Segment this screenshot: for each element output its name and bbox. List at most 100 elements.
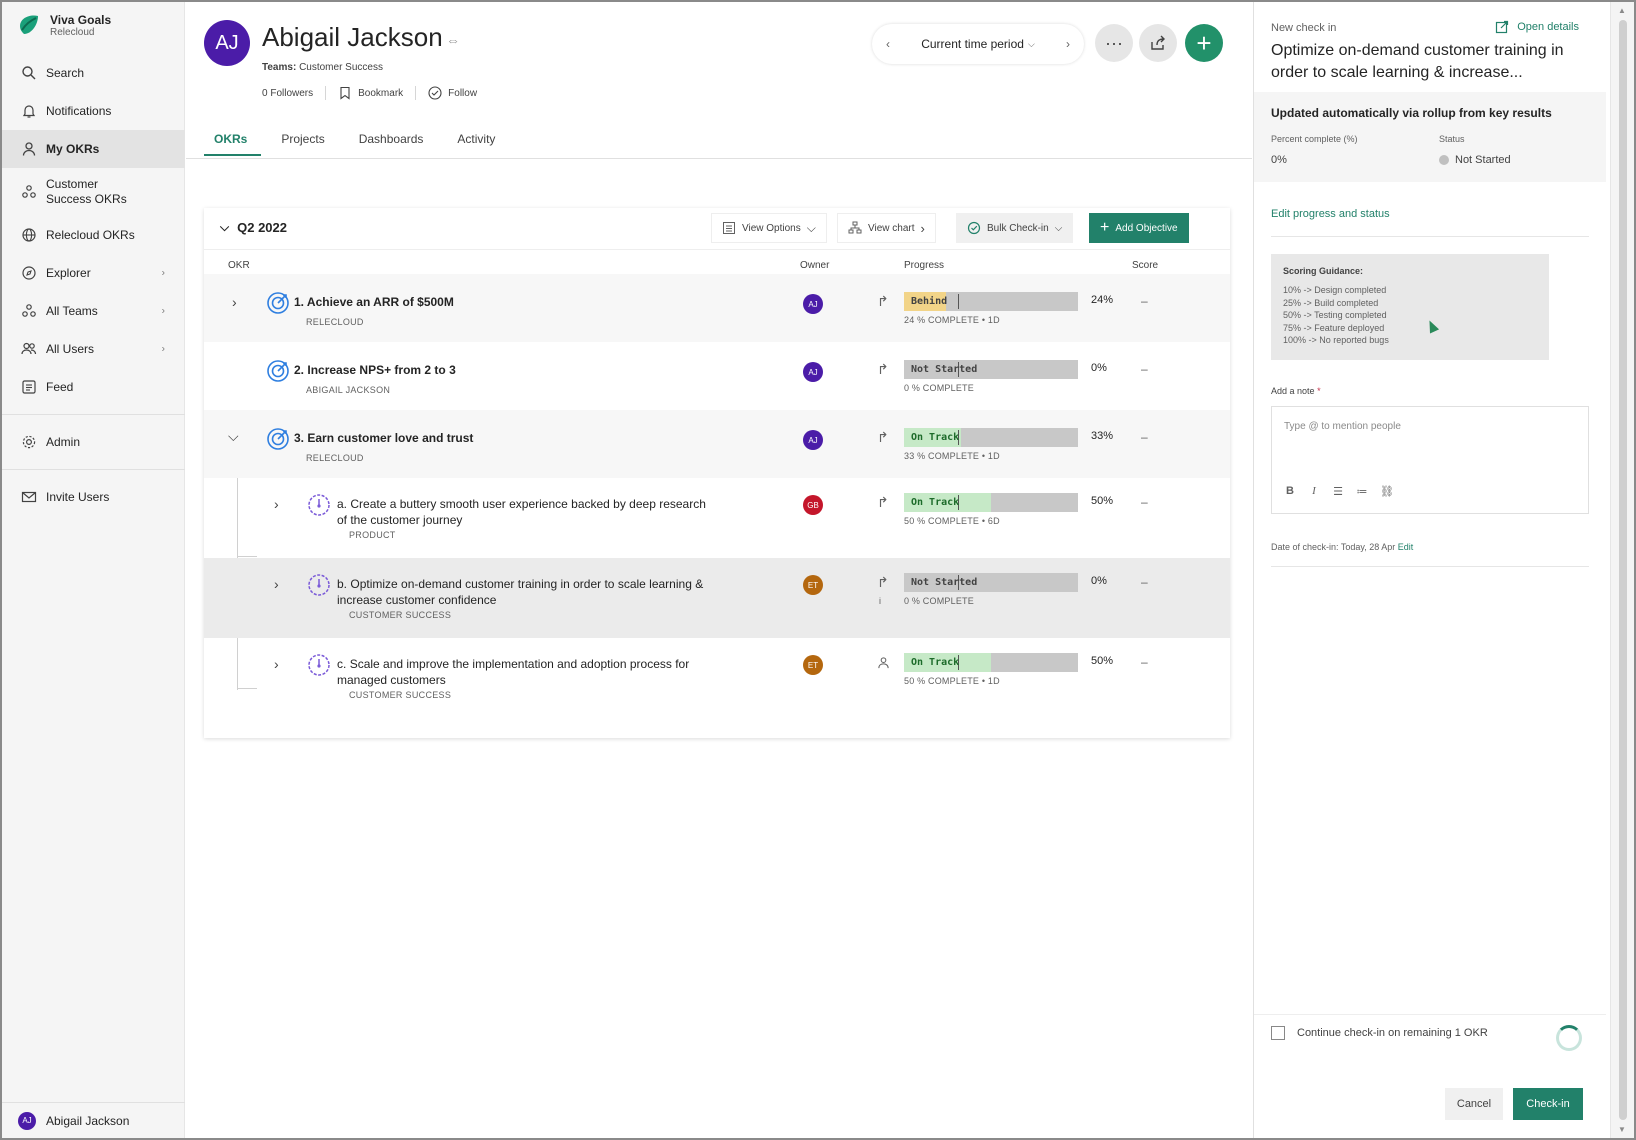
sidebar-item-my-okrs[interactable]: My OKRs (2, 130, 185, 168)
score-value[interactable]: – (1141, 655, 1148, 669)
progress-bar[interactable]: On Track (904, 653, 1078, 672)
continue-checkin[interactable]: Continue check-in on remaining 1 OKR (1271, 1026, 1488, 1040)
scroll-down-icon[interactable]: ▼ (1618, 1125, 1626, 1134)
italic-icon[interactable]: I (1308, 485, 1320, 498)
sidebar-item-relecloud-okrs[interactable]: Relecloud OKRs (2, 216, 185, 254)
owner-avatar[interactable]: GB (803, 495, 823, 515)
numbered-list-icon[interactable]: ≔ (1356, 485, 1368, 498)
followers-count[interactable]: 0 Followers (262, 88, 313, 99)
chevron-left-icon[interactable]: ‹ (886, 37, 890, 51)
score-value[interactable]: – (1141, 575, 1148, 589)
okr-title[interactable]: 3. Earn customer love and trust (294, 430, 473, 446)
add-objective-button[interactable]: + Add Objective (1089, 213, 1189, 243)
share-arrow-icon[interactable]: ↱ (877, 574, 889, 591)
share-arrow-icon[interactable]: ↱ (877, 361, 889, 378)
scroll-up-icon[interactable]: ▲ (1618, 6, 1626, 15)
score-value[interactable]: – (1141, 362, 1148, 376)
progress-bar[interactable]: Not Started (904, 573, 1078, 592)
chevron-right-icon[interactable]: › (162, 306, 165, 317)
score-value[interactable]: – (1141, 495, 1148, 509)
open-details-link[interactable]: Open details (1495, 20, 1579, 34)
sidebar-item-all-teams[interactable]: All Teams › (2, 292, 185, 330)
sidebar-item-search[interactable]: Search (2, 54, 185, 92)
tab-okrs[interactable]: OKRs (204, 132, 262, 156)
link-icon[interactable]: ⇔ (446, 32, 460, 48)
chevron-right-icon[interactable]: › (274, 496, 279, 512)
progress-percent: 0% (1091, 575, 1107, 587)
sidebar-item-customer-success-okrs[interactable]: Customer Success OKRs (2, 168, 185, 216)
score-value[interactable]: – (1141, 294, 1148, 308)
info-icon[interactable]: i (879, 596, 881, 606)
link-icon[interactable]: ⛓ (1380, 485, 1394, 498)
owner-avatar[interactable]: AJ (803, 430, 823, 450)
bullet-list-icon[interactable]: ☰ (1332, 485, 1344, 498)
scrollbar[interactable]: ▲ ▼ (1610, 2, 1634, 1138)
okr-row[interactable]: ⌵ 3. Earn customer love and trust RELECL… (204, 410, 1230, 478)
bookmark-button[interactable]: Bookmark (338, 86, 403, 100)
okr-row[interactable]: 2. Increase NPS+ from 2 to 3 ABIGAIL JAC… (204, 342, 1230, 410)
sidebar-item-notifications[interactable]: Notifications (2, 92, 185, 130)
time-period-selector: ‹ Current time period ⌵ › (872, 24, 1084, 64)
key-result-row[interactable]: › a. Create a buttery smooth user experi… (204, 478, 1230, 558)
progress-bar[interactable]: Behind (904, 292, 1078, 311)
share-arrow-icon[interactable]: ↱ (877, 494, 889, 511)
chevron-right-icon[interactable]: › (1066, 37, 1070, 51)
chevron-right-icon[interactable]: › (162, 268, 165, 279)
add-button[interactable]: + (1185, 24, 1223, 62)
chevron-right-icon[interactable]: › (274, 656, 279, 672)
chevron-right-icon[interactable]: › (162, 344, 165, 355)
owner-avatar[interactable]: ET (803, 655, 823, 675)
more-options-button[interactable]: ··· (1095, 24, 1133, 62)
key-result-title[interactable]: c. Scale and improve the implementation … (337, 656, 717, 688)
follow-button[interactable]: Follow (428, 86, 477, 100)
chevron-right-icon[interactable]: › (274, 576, 279, 592)
owner-avatar[interactable]: ET (803, 575, 823, 595)
checkin-button[interactable]: Check-in (1513, 1088, 1583, 1120)
owner-avatar[interactable]: AJ (803, 294, 823, 314)
follow-row: 0 Followers Bookmark Follow (262, 86, 477, 100)
scroll-thumb[interactable] (1619, 20, 1627, 1120)
key-result-title[interactable]: a. Create a buttery smooth user experien… (337, 496, 717, 528)
share-arrow-icon[interactable]: ↱ (877, 429, 889, 446)
okr-row[interactable]: › 1. Achieve an ARR of $500M RELECLOUD A… (204, 274, 1230, 342)
note-editor[interactable]: Type @ to mention people B I ☰ ≔ ⛓ (1271, 406, 1589, 514)
time-period-dropdown[interactable]: Current time period ⌵ (921, 37, 1035, 51)
continue-checkbox[interactable] (1271, 1026, 1285, 1040)
cancel-button[interactable]: Cancel (1445, 1088, 1503, 1120)
okr-title[interactable]: 2. Increase NPS+ from 2 to 3 (294, 362, 456, 378)
view-chart-button[interactable]: View chart › (837, 213, 936, 243)
sidebar-item-invite-users[interactable]: Invite Users (2, 478, 185, 516)
chevron-down-icon[interactable]: ⌵ (228, 428, 239, 445)
progress-percent: 0% (1091, 362, 1107, 374)
edit-date-link[interactable]: Edit (1398, 542, 1414, 552)
tab-projects[interactable]: Projects (271, 132, 338, 156)
quarter-toggle[interactable]: ⌵ Q2 2022 (220, 220, 287, 235)
sidebar-item-admin[interactable]: Admin (2, 423, 185, 461)
guidance-line: 50% -> Testing completed (1283, 310, 1387, 320)
view-options-button[interactable]: View Options ⌵ (711, 213, 827, 243)
progress-bar[interactable]: Not Started (904, 360, 1078, 379)
owner-avatar[interactable]: AJ (803, 362, 823, 382)
sidebar-item-feed[interactable]: Feed (2, 368, 185, 406)
chevron-right-icon[interactable]: › (232, 294, 237, 310)
sidebar-user[interactable]: AJ Abigail Jackson (2, 1102, 185, 1138)
bold-icon[interactable]: B (1284, 485, 1296, 498)
teams-value[interactable]: Customer Success (299, 62, 383, 73)
key-result-row[interactable]: › c. Scale and improve the implementatio… (204, 638, 1230, 718)
share-button[interactable] (1139, 24, 1177, 62)
progress-bar[interactable]: On Track (904, 493, 1078, 512)
tab-activity[interactable]: Activity (447, 132, 509, 156)
tab-dashboards[interactable]: Dashboards (349, 132, 438, 156)
score-value[interactable]: – (1141, 430, 1148, 444)
edit-progress-link[interactable]: Edit progress and status (1271, 208, 1390, 220)
person-icon[interactable] (877, 656, 890, 669)
bulk-checkin-button[interactable]: Bulk Check-in ⌵ (956, 213, 1074, 243)
share-arrow-icon[interactable]: ↱ (877, 293, 889, 310)
okr-title[interactable]: 1. Achieve an ARR of $500M (294, 294, 454, 310)
sidebar-item-explorer[interactable]: Explorer › (2, 254, 185, 292)
progress-bar[interactable]: On Track (904, 428, 1078, 447)
key-result-row[interactable]: › b. Optimize on-demand customer trainin… (204, 558, 1230, 638)
sidebar-item-all-users[interactable]: All Users › (2, 330, 185, 368)
sidebar-item-label: All Teams (46, 304, 98, 318)
key-result-title[interactable]: b. Optimize on-demand customer training … (337, 576, 717, 608)
